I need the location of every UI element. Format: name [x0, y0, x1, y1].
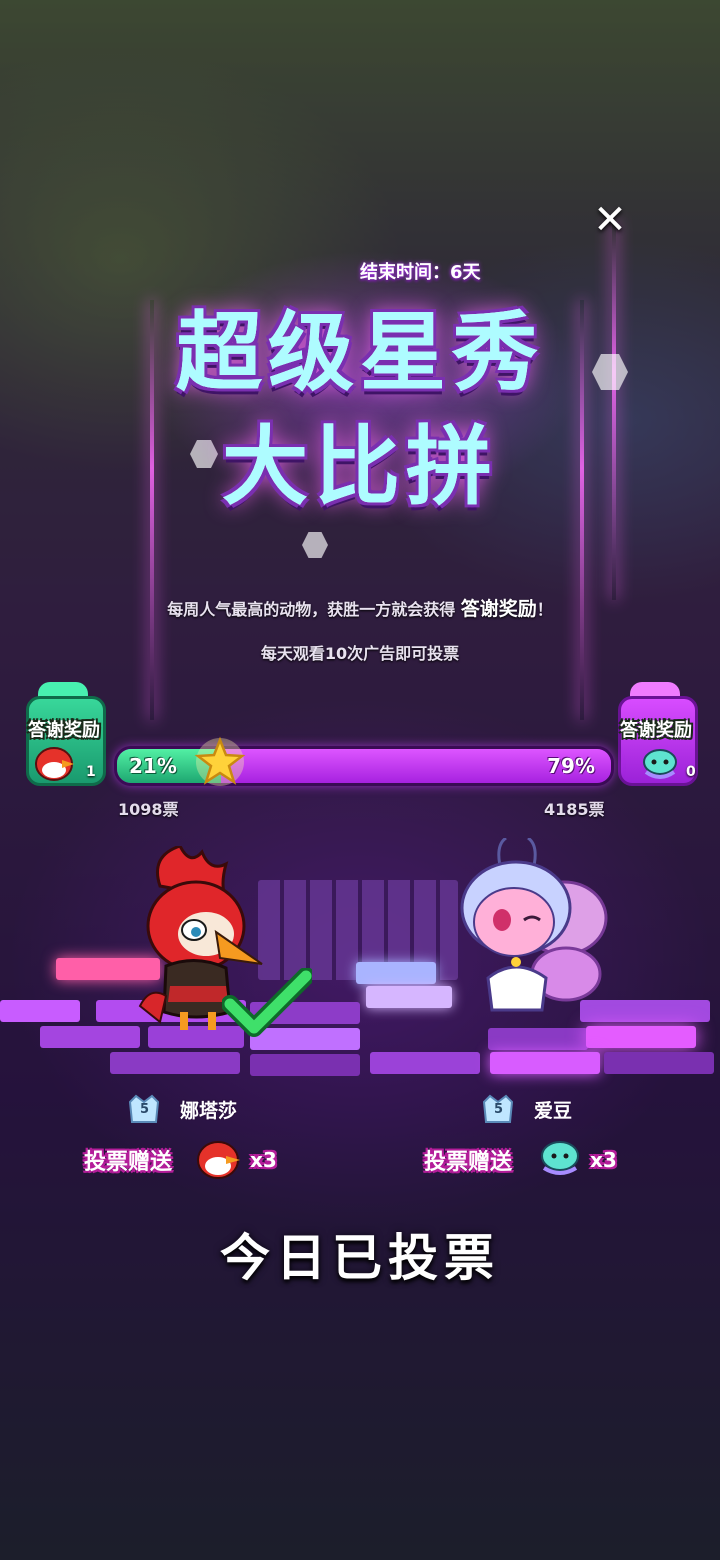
stage-tile [40, 1026, 140, 1048]
contestant-right-name: 爱豆 [534, 1100, 573, 1122]
contestant-left-name: 娜塔莎 [180, 1100, 238, 1122]
close-button[interactable]: ✕ [588, 198, 632, 242]
reward-right[interactable]: 答谢奖励 0 [604, 682, 708, 796]
right-percent: 79% [547, 754, 595, 778]
vote-progress-bar: 21% 79% [114, 746, 614, 786]
jellyfish-icon [643, 749, 677, 779]
event-title-line1: 超级星秀 [176, 303, 544, 403]
reward-left-count: 1 [86, 764, 96, 780]
contestant-left-level: 5 [140, 1102, 150, 1117]
stage-tile [356, 962, 436, 984]
stage-tile [110, 1052, 240, 1074]
stage-tile [370, 1052, 480, 1074]
close-icon: ✕ [593, 197, 627, 243]
right-multiplier: x3 [590, 1148, 617, 1172]
left-vote-count: 1098票 [118, 800, 179, 819]
right-vote-count: 4185票 [544, 800, 605, 819]
stage-tile [604, 1052, 714, 1074]
end-time-text: 结束时间：6天 [360, 262, 481, 283]
event-description: 每周人气最高的动物，获胜一方就会获得 答谢奖励！ [0, 594, 720, 621]
left-multiplier: x3 [250, 1148, 277, 1172]
left-vote-gift-label: 投票赠送 [84, 1150, 173, 1175]
stage-tile [0, 1000, 80, 1022]
red-bird-icon [35, 747, 74, 781]
right-vote-gift-label: 投票赠送 [424, 1150, 513, 1175]
stage-tile [490, 1052, 600, 1074]
stage-tile [366, 986, 452, 1008]
event-title-line2: 大比拼 [222, 417, 498, 517]
stage-tile [250, 1054, 360, 1076]
description-suffix: ！ [536, 600, 553, 619]
red-bird-icon [197, 1141, 240, 1179]
contestant-aidou-fairy[interactable] [446, 838, 616, 1018]
stage-tile [586, 1026, 696, 1048]
checkmark-icon [222, 968, 312, 1037]
reward-left[interactable]: 答谢奖励 1 [12, 682, 116, 796]
stage-tile [488, 1028, 588, 1050]
voted-today-status: 今日已投票 [220, 1229, 500, 1287]
jellyfish-icon [541, 1141, 579, 1175]
description-highlight: 答谢奖励 [460, 598, 537, 620]
reward-right-count: 0 [686, 764, 696, 780]
reward-right-label: 答谢奖励 [620, 720, 692, 741]
ad-vote-hint: 每天观看10次广告即可投票 [260, 644, 460, 663]
left-percent: 21% [129, 754, 177, 778]
reward-left-label: 答谢奖励 [28, 720, 100, 741]
contestant-right-level: 5 [494, 1102, 504, 1117]
star-icon [194, 736, 246, 786]
description-text: 每周人气最高的动物，获胜一方就会获得 [167, 600, 456, 619]
